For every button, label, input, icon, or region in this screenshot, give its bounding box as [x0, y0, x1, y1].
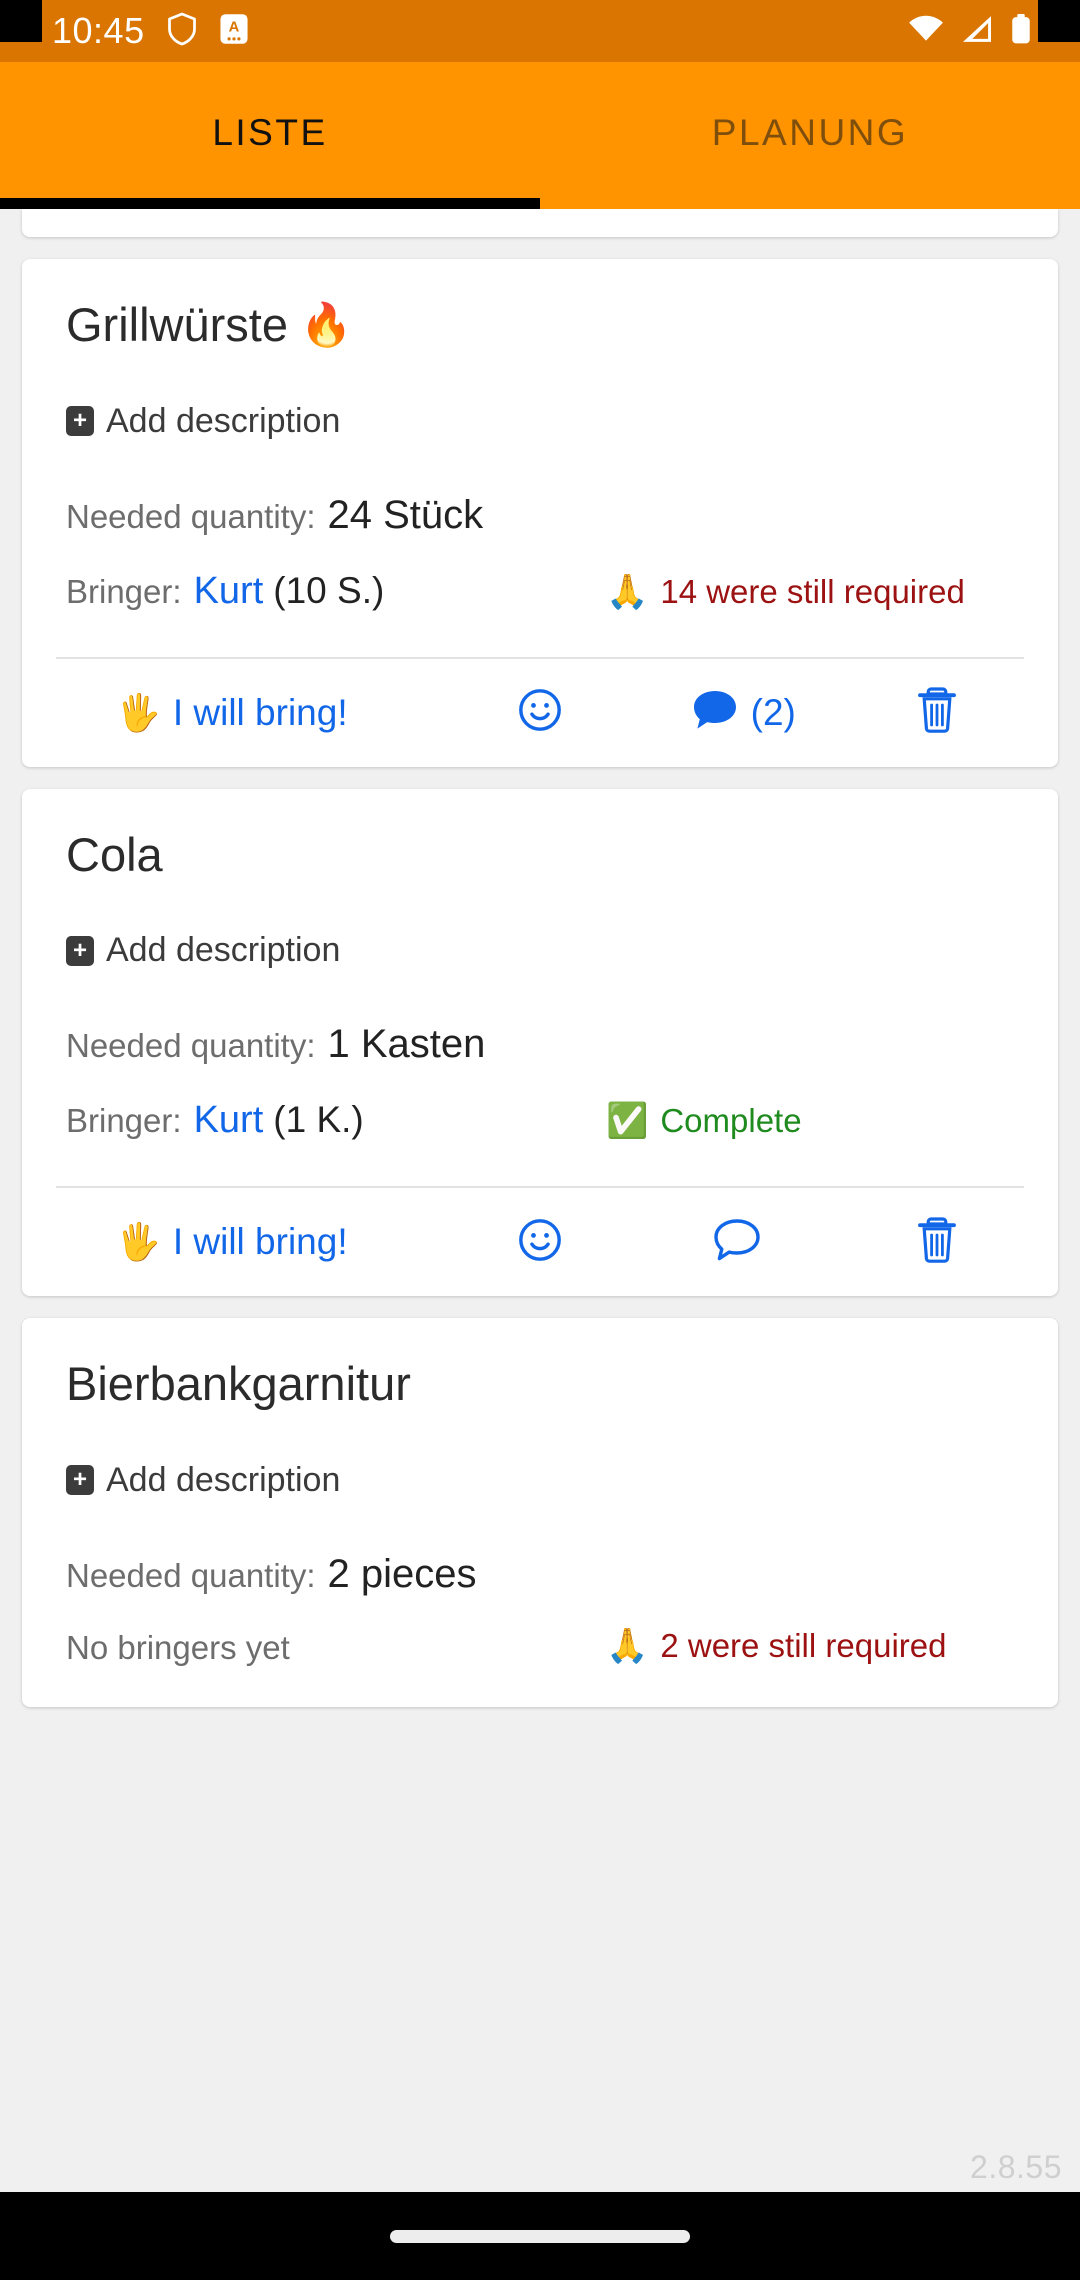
svg-text:A: A	[228, 19, 239, 35]
home-gesture-pill[interactable]	[390, 2229, 690, 2243]
status-badge: 🙏 2 were still required	[606, 1627, 946, 1665]
tab-liste-label: LISTE	[212, 111, 328, 153]
list-item-card[interactable]: Bierbankgarnitur + Add description Neede…	[22, 1318, 1058, 1707]
praying-hands-icon: 🙏	[606, 1626, 649, 1665]
smiley-icon	[517, 1217, 563, 1268]
add-description-button[interactable]: + Add description	[46, 881, 1034, 970]
needed-quantity-label: Needed quantity:	[66, 1027, 316, 1065]
status-bar-clock: 10:45	[52, 10, 145, 51]
item-title-row: Bierbankgarnitur	[46, 1318, 1034, 1411]
praying-hands-icon: 🙏	[606, 572, 649, 611]
item-title-row: Grillwürste 🔥	[46, 259, 1034, 352]
cellular-signal-icon	[961, 15, 993, 48]
comments-button[interactable]: (2)	[637, 688, 850, 737]
system-navigation-bar	[0, 2192, 1080, 2280]
i-will-bring-button[interactable]: 🖐 I will bring!	[56, 1221, 443, 1263]
status-bar-left: 10:45 A	[52, 12, 249, 51]
shield-icon	[167, 12, 197, 51]
bringer-row: Bringer: Kurt (10 S.) 🙏 14 were still re…	[46, 538, 1034, 613]
status-badge-label: Complete	[660, 1102, 802, 1140]
item-title: Bierbankgarnitur	[66, 1357, 411, 1411]
needed-quantity-label: Needed quantity:	[66, 1556, 316, 1594]
i-will-bring-label: I will bring!	[172, 691, 348, 733]
status-bar: 10:45 A	[0, 0, 1080, 62]
partial-card-above[interactable]	[22, 209, 1058, 237]
trash-icon	[915, 1216, 959, 1269]
bringer-amount: (10 S.)	[273, 569, 385, 611]
needed-quantity-row: Needed quantity: 2 pieces	[46, 1500, 1034, 1597]
needed-quantity-value: 24 Stück	[327, 492, 484, 537]
needed-quantity-value: 2 pieces	[327, 1551, 477, 1596]
tab-planung-label: PLANUNG	[711, 111, 909, 153]
item-title: Cola	[66, 827, 163, 881]
bringer-row: No bringers yet 🙏 2 were still required	[46, 1597, 1034, 1707]
emoji-reaction-button[interactable]	[443, 1217, 637, 1268]
add-description-button[interactable]: + Add description	[46, 352, 1034, 441]
list-item-card[interactable]: Grillwürste 🔥 + Add description Needed q…	[22, 259, 1058, 767]
delete-button[interactable]	[850, 686, 1024, 739]
comments-button[interactable]	[637, 1218, 850, 1267]
tab-liste[interactable]: LISTE	[0, 62, 540, 209]
plus-icon: +	[66, 1465, 94, 1496]
comment-bubble-icon	[691, 688, 739, 737]
status-badge-label: 14 were still required	[660, 572, 965, 610]
fire-icon: 🔥	[299, 301, 353, 349]
bringer-amount: (1 K.)	[273, 1099, 364, 1141]
comment-count: (2)	[750, 691, 796, 733]
status-badge: ✅ Complete	[606, 1102, 802, 1140]
emoji-reaction-button[interactable]	[443, 687, 637, 738]
bringer-label: Bringer:	[66, 1102, 182, 1140]
battery-icon	[1010, 13, 1032, 49]
raised-hand-icon: 🖐	[116, 691, 161, 733]
add-description-label: Add description	[106, 1460, 341, 1499]
plus-icon: +	[66, 935, 94, 966]
status-bar-right	[908, 13, 1054, 49]
check-mark-icon: ✅	[606, 1102, 649, 1141]
tab-planung[interactable]: PLANUNG	[540, 62, 1080, 209]
needed-quantity-row: Needed quantity: 24 Stück	[46, 441, 1034, 538]
wifi-icon	[908, 15, 944, 48]
needed-quantity-label: Needed quantity:	[66, 497, 316, 535]
bringer-name-link[interactable]: Kurt	[194, 1099, 264, 1142]
bringer-row: Bringer: Kurt (1 K.) ✅ Complete	[46, 1067, 1034, 1142]
status-badge: 🙏 14 were still required	[606, 573, 965, 611]
needed-quantity-row: Needed quantity: 1 Kasten	[46, 970, 1034, 1067]
i-will-bring-label: I will bring!	[172, 1221, 348, 1263]
smiley-icon	[517, 687, 563, 738]
item-list-scroll-area[interactable]: Grillwürste 🔥 + Add description Needed q…	[0, 209, 1080, 2192]
needed-quantity-value: 1 Kasten	[327, 1022, 486, 1067]
phone-screen: 10:45 A LISTE PLANUNG Grillwürste 🔥 + Ad…	[0, 0, 1080, 2280]
notification-app-icon: A	[219, 13, 249, 50]
list-item-card[interactable]: Cola + Add description Needed quantity: …	[22, 788, 1058, 1297]
screen-corner-top-left	[0, 0, 42, 42]
bringer-label: Bringer:	[66, 572, 182, 610]
add-description-label: Add description	[106, 931, 341, 970]
add-description-button[interactable]: + Add description	[46, 1411, 1034, 1500]
delete-button[interactable]	[850, 1216, 1024, 1269]
status-badge-label: 2 were still required	[660, 1626, 947, 1664]
bringer-name-link[interactable]: Kurt	[194, 570, 264, 613]
screen-corner-top-right	[1038, 0, 1080, 42]
trash-icon	[915, 686, 959, 739]
tab-bar: LISTE PLANUNG	[0, 62, 1080, 209]
comment-bubble-icon	[713, 1218, 761, 1267]
app-version-label: 2.8.55	[970, 2149, 1062, 2185]
card-action-row: 🖐 I will bring! (2)	[46, 659, 1034, 767]
add-description-label: Add description	[106, 401, 341, 440]
no-bringers-label: No bringers yet	[66, 1628, 290, 1666]
item-title-row: Cola	[46, 789, 1034, 882]
item-title: Grillwürste	[66, 298, 288, 351]
card-action-row: 🖐 I will bring!	[46, 1188, 1034, 1296]
i-will-bring-button[interactable]: 🖐 I will bring!	[56, 692, 443, 734]
plus-icon: +	[66, 406, 94, 437]
raised-hand-icon: 🖐	[116, 1221, 161, 1263]
